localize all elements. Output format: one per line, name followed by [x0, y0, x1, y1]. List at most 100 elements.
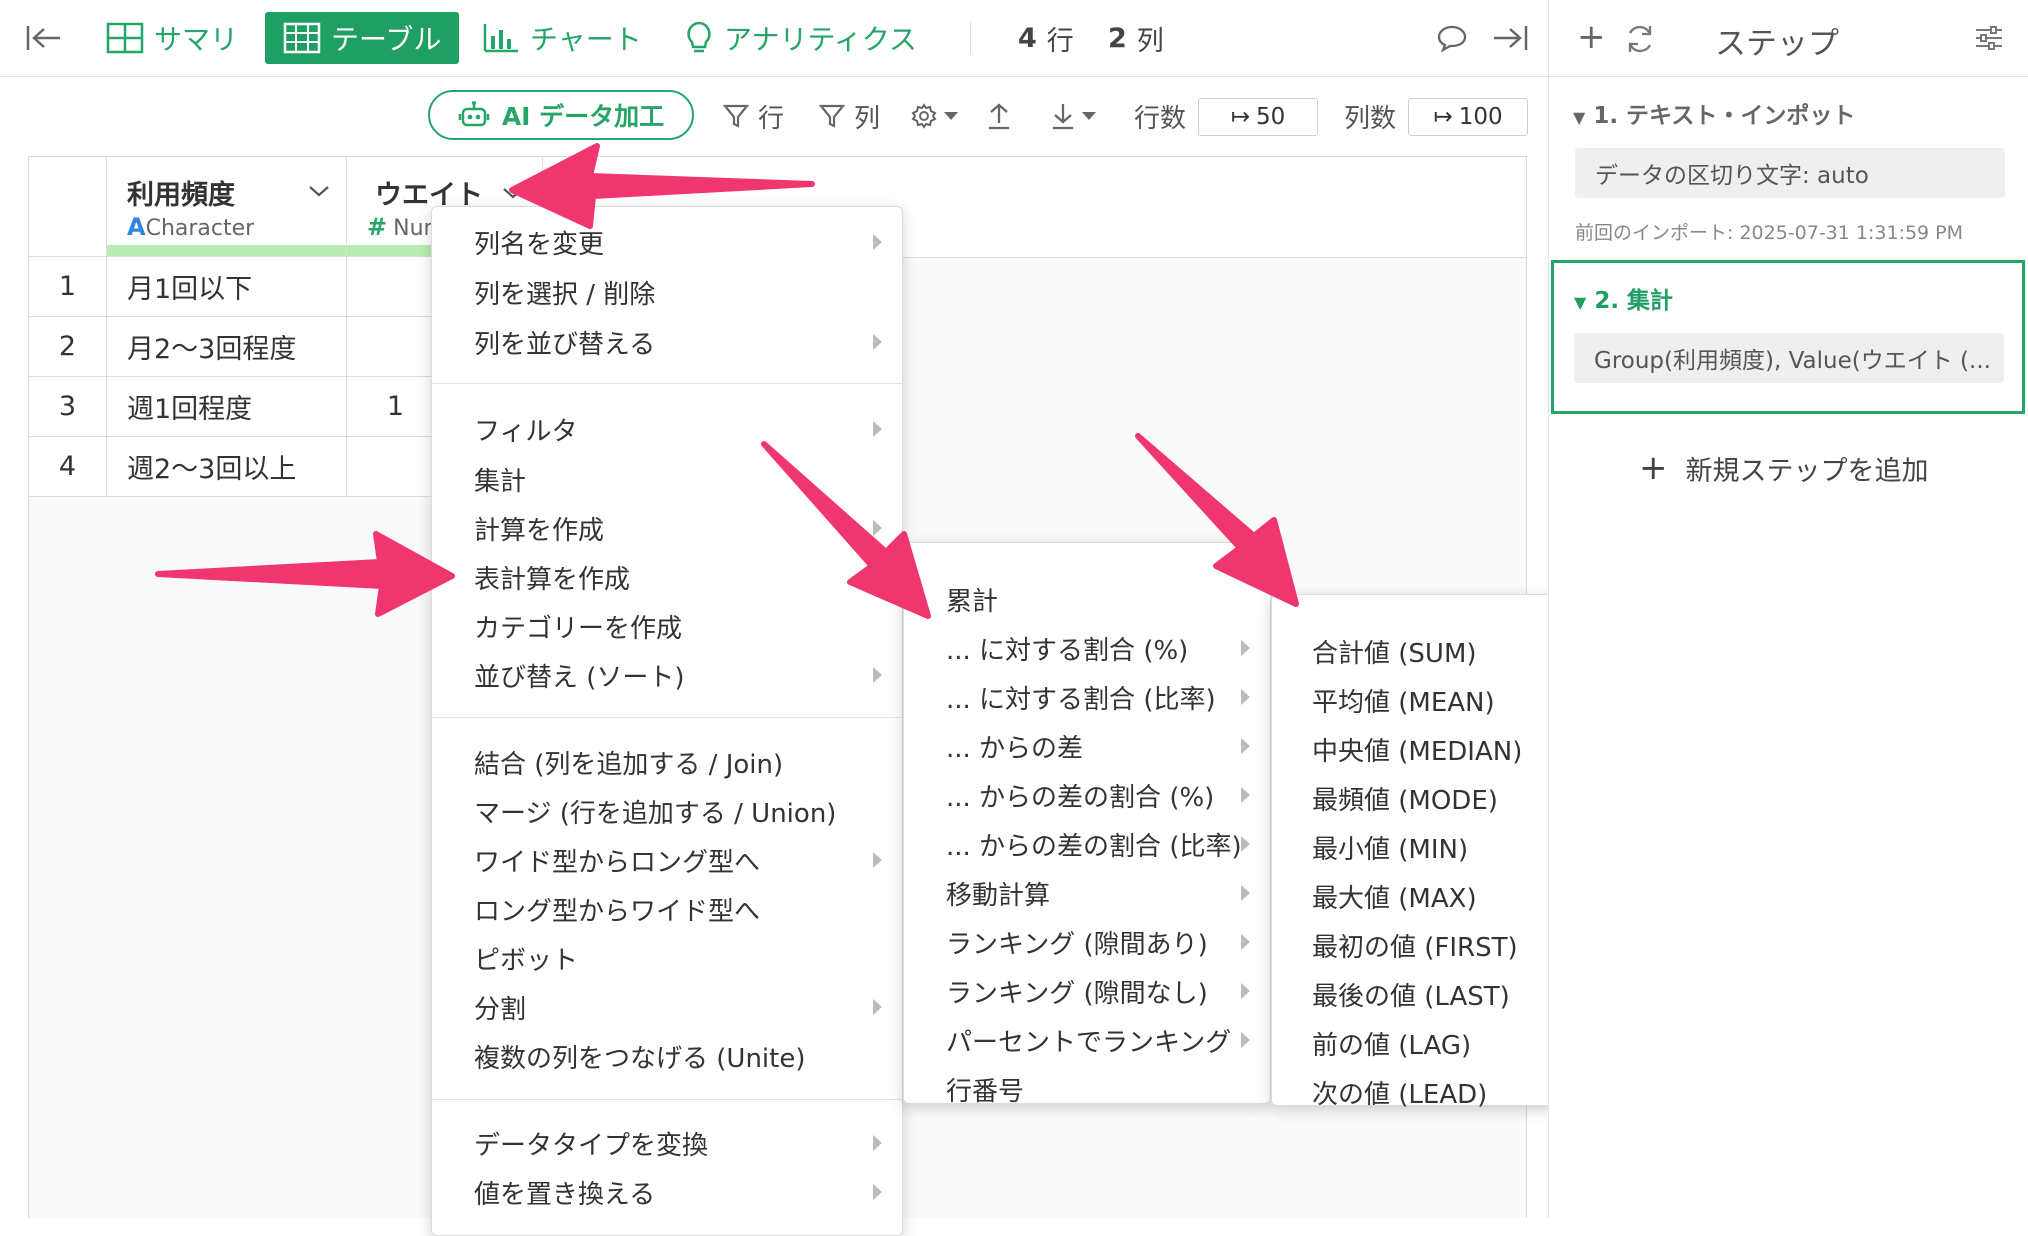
step-1-title[interactable]: ▼ 1. テキスト・インポット [1573, 96, 1855, 130]
caret-down-icon [1082, 112, 1096, 120]
menu-item-convert-type[interactable]: データタイプを変換 [432, 1121, 902, 1165]
menu-item-ranking-without-gaps[interactable]: ランキング (隙間なし) [904, 969, 1270, 1013]
chevron-right-icon [873, 520, 882, 536]
refresh-icon[interactable] [1623, 22, 1657, 56]
tab-chart[interactable]: チャート [482, 12, 642, 64]
chevron-down-icon[interactable] [307, 183, 331, 199]
menu-item-rename-column[interactable]: 列名を変更 [432, 220, 902, 264]
menu-item-cumulative[interactable]: 累計 [904, 577, 1270, 621]
tab-analytics[interactable]: アナリティクス [684, 12, 917, 64]
menu-item-percent-ranking[interactable]: パーセントでランキング [904, 1018, 1270, 1062]
caret-down-icon: ▼ [1574, 293, 1587, 312]
filter-columns-button[interactable]: 列 [818, 96, 880, 136]
filter-rows-button[interactable]: 行 [722, 96, 784, 136]
steps-panel: + ステップ ▼ 1. テキスト・インポット データの区切り文字: auto 前回… [1548, 0, 2028, 1218]
menu-divider [432, 1099, 902, 1100]
sliders-icon[interactable] [1973, 22, 2005, 54]
settings-dropdown[interactable] [910, 96, 960, 136]
tab-summary[interactable]: サマリ [106, 12, 238, 64]
table-cell[interactable]: 週1回程度 [107, 377, 347, 437]
chevron-right-icon [1241, 640, 1250, 656]
chevron-right-icon [873, 421, 882, 437]
chevron-right-icon [873, 1184, 882, 1200]
menu-item-last[interactable]: 最後の値 (LAST) [1272, 972, 1588, 1016]
menu-item-mean[interactable]: 平均値 (MEAN) [1272, 678, 1588, 722]
menu-item-moving-calculation[interactable]: 移動計算 [904, 871, 1270, 915]
steps-title: ステップ [1715, 26, 1839, 62]
menu-item-wide-to-long[interactable]: ワイド型からロング型へ [432, 838, 902, 882]
tab-summary-label: サマリ [154, 23, 239, 56]
menu-item-first[interactable]: 最初の値 (FIRST) [1272, 923, 1588, 967]
menu-item-select-delete-column[interactable]: 列を選択 / 削除 [432, 270, 902, 314]
menu-item-lead[interactable]: 次の値 (LEAD) [1272, 1070, 1588, 1114]
table-cell[interactable]: 週2〜3回以上 [107, 437, 347, 497]
row-count-value: 4 [1018, 22, 1037, 54]
menu-item-pivot[interactable]: ピボット [432, 936, 902, 980]
chevron-right-icon [1241, 738, 1250, 754]
menu-item-median[interactable]: 中央値 (MEDIAN) [1272, 727, 1588, 771]
table-icon [283, 22, 321, 54]
menu-item-union[interactable]: マージ (行を追加する / Union) [432, 789, 902, 833]
step-1-import-time: 前回のインポート: 2025-07-31 1:31:59 PM [1575, 222, 1964, 244]
chevron-down-icon[interactable] [501, 185, 525, 201]
menu-item-ranking-with-gaps[interactable]: ランキング (隙間あり) [904, 920, 1270, 964]
menu-item-create-calculation[interactable]: 計算を作成 [432, 506, 902, 550]
top-toolbar: サマリ テーブル チャート アナリティクス 4行 2列 [0, 0, 1548, 77]
menu-item-filter[interactable]: フィルタ [432, 407, 902, 451]
menu-item-table-calculation[interactable]: 表計算を作成 [432, 555, 902, 599]
rows-limit-label: 行数 [1134, 103, 1187, 134]
ai-data-processing-button[interactable]: AI データ加工 [428, 90, 694, 140]
chevron-right-icon [873, 234, 882, 250]
menu-item-join[interactable]: 結合 (列を追加する / Join) [432, 740, 902, 784]
arrow-right-bar-icon: ↦ [1230, 104, 1250, 130]
rows-limit-input[interactable]: ↦ 50 [1198, 98, 1318, 136]
upload-icon[interactable] [986, 96, 1012, 136]
column-context-menu: 列名を変更 列を選択 / 削除 列を並び替える フィルタ 集計 計算を作成 表計… [431, 206, 903, 1236]
collapse-left-icon[interactable] [24, 12, 74, 64]
menu-item-ratio-of[interactable]: ... に対する割合 (比率) [904, 675, 1270, 719]
menu-item-long-to-wide[interactable]: ロング型からワイド型へ [432, 887, 902, 931]
menu-item-create-category[interactable]: カテゴリーを作成 [432, 604, 902, 648]
menu-item-replace-values[interactable]: 値を置き換える [432, 1170, 902, 1214]
menu-item-difference-from[interactable]: ... からの差 [904, 724, 1270, 768]
cols-limit-input[interactable]: ↦ 100 [1408, 98, 1528, 136]
filter-icon [722, 104, 750, 128]
menu-item-mode[interactable]: 最頻値 (MODE) [1272, 776, 1588, 820]
caret-down-icon: ▼ [1573, 108, 1586, 127]
step-2-card[interactable]: ▼ 2. 集計 Group(利用頻度), Value(ウエイト (... [1551, 260, 2025, 414]
menu-item-unite[interactable]: 複数の列をつなげる (Unite) [432, 1034, 902, 1078]
row-count-unit: 行 [1046, 25, 1074, 57]
menu-item-min[interactable]: 最小値 (MIN) [1272, 825, 1588, 869]
row-index: 4 [29, 437, 107, 497]
download-icon [1053, 104, 1073, 130]
step-2-detail[interactable]: Group(利用頻度), Value(ウエイト (... [1574, 333, 2004, 383]
menu-item-percent-difference-from[interactable]: ... からの差の割合 (%) [904, 773, 1270, 817]
table-cell[interactable]: 月1回以下 [107, 257, 347, 317]
table-cell[interactable]: 月2〜3回程度 [107, 317, 347, 377]
add-icon[interactable]: + [1577, 20, 1606, 54]
menu-item-row-number[interactable]: 行番号 [904, 1067, 1270, 1111]
robot-icon [458, 101, 490, 127]
table-calculation-submenu: 累計 ... に対する割合 (%) ... に対する割合 (比率) ... から… [903, 542, 1271, 1107]
grid-icon [106, 22, 144, 54]
menu-item-sort[interactable]: 並び替え (ソート) [432, 653, 902, 697]
toolbar-divider [970, 22, 971, 54]
column-quality-bar [107, 245, 346, 256]
tab-table[interactable]: テーブル [265, 12, 460, 64]
menu-item-split[interactable]: 分割 [432, 985, 902, 1029]
download-dropdown[interactable] [1050, 96, 1098, 136]
collapse-right-icon[interactable] [1490, 12, 1540, 64]
menu-item-aggregate[interactable]: 集計 [432, 457, 902, 501]
chevron-right-icon [1241, 1032, 1250, 1048]
step-1-detail[interactable]: データの区切り文字: auto [1575, 148, 2005, 198]
menu-item-percent-of[interactable]: ... に対する割合 (%) [904, 626, 1270, 670]
comment-icon[interactable] [1436, 12, 1478, 64]
add-new-step-button[interactable]: + 新規ステップを追加 [1639, 448, 1929, 488]
menu-item-reorder-columns[interactable]: 列を並び替える [432, 320, 902, 364]
menu-item-lag[interactable]: 前の値 (LAG) [1272, 1021, 1588, 1065]
menu-item-max[interactable]: 最大値 (MAX) [1272, 874, 1588, 918]
menu-item-ratio-difference-from[interactable]: ... からの差の割合 (比率) [904, 822, 1270, 866]
column-header-frequency[interactable]: 利用頻度 ACharacter [107, 157, 347, 257]
tab-analytics-label: アナリティクス [724, 23, 917, 56]
menu-item-sum[interactable]: 合計値 (SUM) [1272, 629, 1588, 673]
